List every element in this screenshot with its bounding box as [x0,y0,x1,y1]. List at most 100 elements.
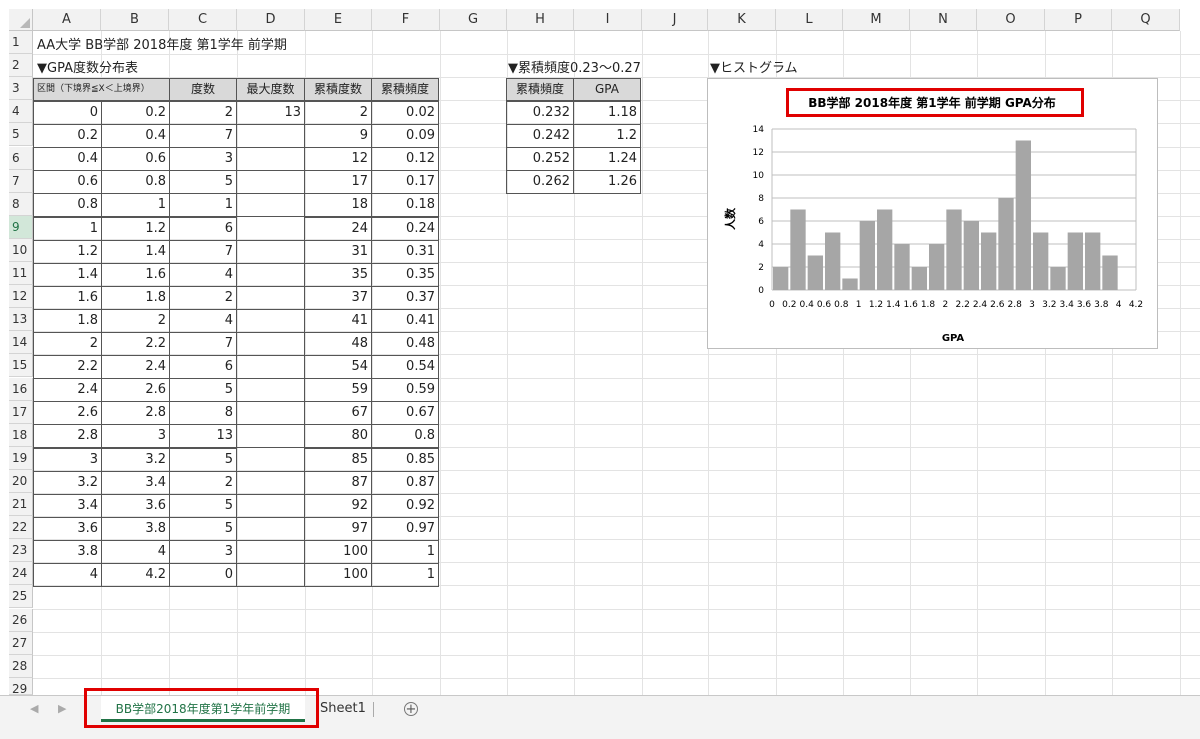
column-header-d[interactable]: D [237,9,305,31]
row-header-7[interactable]: 7 [9,169,33,193]
cell-cum[interactable]: 17 [304,170,372,195]
cell-high[interactable]: 2.2 [101,332,170,357]
cell-freq[interactable]: 4 [169,308,237,333]
row-header-14[interactable]: 14 [9,331,33,355]
cell-freq[interactable]: 1 [169,193,237,218]
cell-high[interactable]: 1.8 [101,285,170,310]
row-header-5[interactable]: 5 [9,123,33,147]
cell-high[interactable]: 1.2 [101,216,170,241]
cell-low[interactable]: 4 [33,563,102,588]
cell-max[interactable] [236,124,305,149]
header-interval[interactable]: 区間（下境界≦X＜上境界） [33,78,170,101]
cell-cum[interactable]: 87 [304,470,372,495]
cell-max[interactable]: 13 [236,101,305,126]
cell-low[interactable]: 0.8 [33,193,102,218]
cell-cum[interactable]: 92 [304,493,372,518]
cell-freq[interactable]: 2 [169,101,237,126]
row-header-1[interactable]: 1 [9,31,33,55]
cell-rel[interactable]: 0.97 [371,516,439,541]
cell-rel[interactable]: 0.48 [371,332,439,357]
cum-cell-gpa[interactable]: 1.24 [573,147,641,172]
cell-low[interactable]: 1 [33,216,102,241]
sheet-title[interactable]: AA大学 BB学部 2018年度 第1学年 前学期 [37,34,287,53]
histogram-title[interactable]: ▼ヒストグラム [710,57,798,76]
column-header-f[interactable]: F [372,9,440,31]
freq-table-title[interactable]: ▼GPA度数分布表 [37,57,138,76]
cell-rel[interactable]: 0.12 [371,147,439,172]
row-header-10[interactable]: 10 [9,238,33,262]
cell-max[interactable] [236,308,305,333]
cum-header-rel[interactable]: 累積頻度 [506,78,574,101]
column-header-o[interactable]: O [977,9,1045,31]
row-header-15[interactable]: 15 [9,354,33,378]
cell-low[interactable]: 2.6 [33,401,102,426]
column-header-e[interactable]: E [305,9,372,31]
cell-max[interactable] [236,216,305,241]
cell-high[interactable]: 3.2 [101,447,170,472]
cell-rel[interactable]: 0.59 [371,378,439,403]
cell-freq[interactable]: 7 [169,124,237,149]
row-header-25[interactable]: 25 [9,585,33,609]
cell-freq[interactable]: 5 [169,493,237,518]
cell-high[interactable]: 1.4 [101,239,170,264]
cell-cum[interactable]: 100 [304,539,372,564]
cell-cum[interactable]: 18 [304,193,372,218]
row-header-21[interactable]: 21 [9,493,33,517]
cell-high[interactable]: 1 [101,193,170,218]
cell-cum[interactable]: 37 [304,285,372,310]
cell-high[interactable]: 2 [101,308,170,333]
row-header-12[interactable]: 12 [9,285,33,309]
cell-high[interactable]: 0.4 [101,124,170,149]
column-header-a[interactable]: A [33,9,101,31]
cell-rel[interactable]: 0.67 [371,401,439,426]
cell-freq[interactable]: 5 [169,170,237,195]
cell-rel[interactable]: 0.92 [371,493,439,518]
cell-max[interactable] [236,516,305,541]
cum-header-gpa[interactable]: GPA [573,78,641,101]
cell-max[interactable] [236,355,305,380]
column-header-i[interactable]: I [574,9,642,31]
header-freq[interactable]: 度数 [169,78,237,101]
cell-cum[interactable]: 31 [304,239,372,264]
cell-rel[interactable]: 0.17 [371,170,439,195]
cell-low[interactable]: 0 [33,101,102,126]
cell-max[interactable] [236,447,305,472]
histogram-chart[interactable]: BB学部 2018年度 第1学年 前学期 GPA分布 人数 GPA 024681… [707,78,1158,349]
cell-rel[interactable]: 0.09 [371,124,439,149]
cell-cum[interactable]: 97 [304,516,372,541]
row-header-18[interactable]: 18 [9,423,33,447]
cell-freq[interactable]: 2 [169,285,237,310]
sheet-tab-sheet1[interactable]: Sheet1 [320,696,366,722]
row-header-9[interactable]: 9 [9,215,33,239]
cell-freq[interactable]: 7 [169,332,237,357]
cell-low[interactable]: 2.8 [33,424,102,449]
column-header-m[interactable]: M [843,9,910,31]
cell-high[interactable]: 3.4 [101,470,170,495]
cell-rel[interactable]: 1 [371,539,439,564]
cell-rel[interactable]: 0.8 [371,424,439,449]
column-header-k[interactable]: K [708,9,776,31]
cell-high[interactable]: 3.6 [101,493,170,518]
cell-rel[interactable]: 0.85 [371,447,439,472]
cell-low[interactable]: 3.6 [33,516,102,541]
cell-freq[interactable]: 5 [169,378,237,403]
cell-low[interactable]: 1.6 [33,285,102,310]
row-header-20[interactable]: 20 [9,469,33,493]
header-max-freq[interactable]: 最大度数 [236,78,305,101]
cell-freq[interactable]: 13 [169,424,237,449]
cell-cum[interactable]: 59 [304,378,372,403]
row-header-23[interactable]: 23 [9,539,33,563]
cell-freq[interactable]: 5 [169,516,237,541]
header-cum-rel[interactable]: 累積頻度 [371,78,439,101]
column-header-g[interactable]: G [440,9,507,31]
row-header-8[interactable]: 8 [9,192,33,216]
row-header-29[interactable]: 29 [9,677,33,696]
next-sheet-icon[interactable]: ▶ [58,696,66,722]
cell-rel[interactable]: 0.41 [371,308,439,333]
cell-max[interactable] [236,239,305,264]
cell-max[interactable] [236,424,305,449]
cell-max[interactable] [236,563,305,588]
cum-cell-rel[interactable]: 0.242 [506,124,574,149]
cell-freq[interactable]: 2 [169,470,237,495]
cum-cell-rel[interactable]: 0.262 [506,170,574,195]
